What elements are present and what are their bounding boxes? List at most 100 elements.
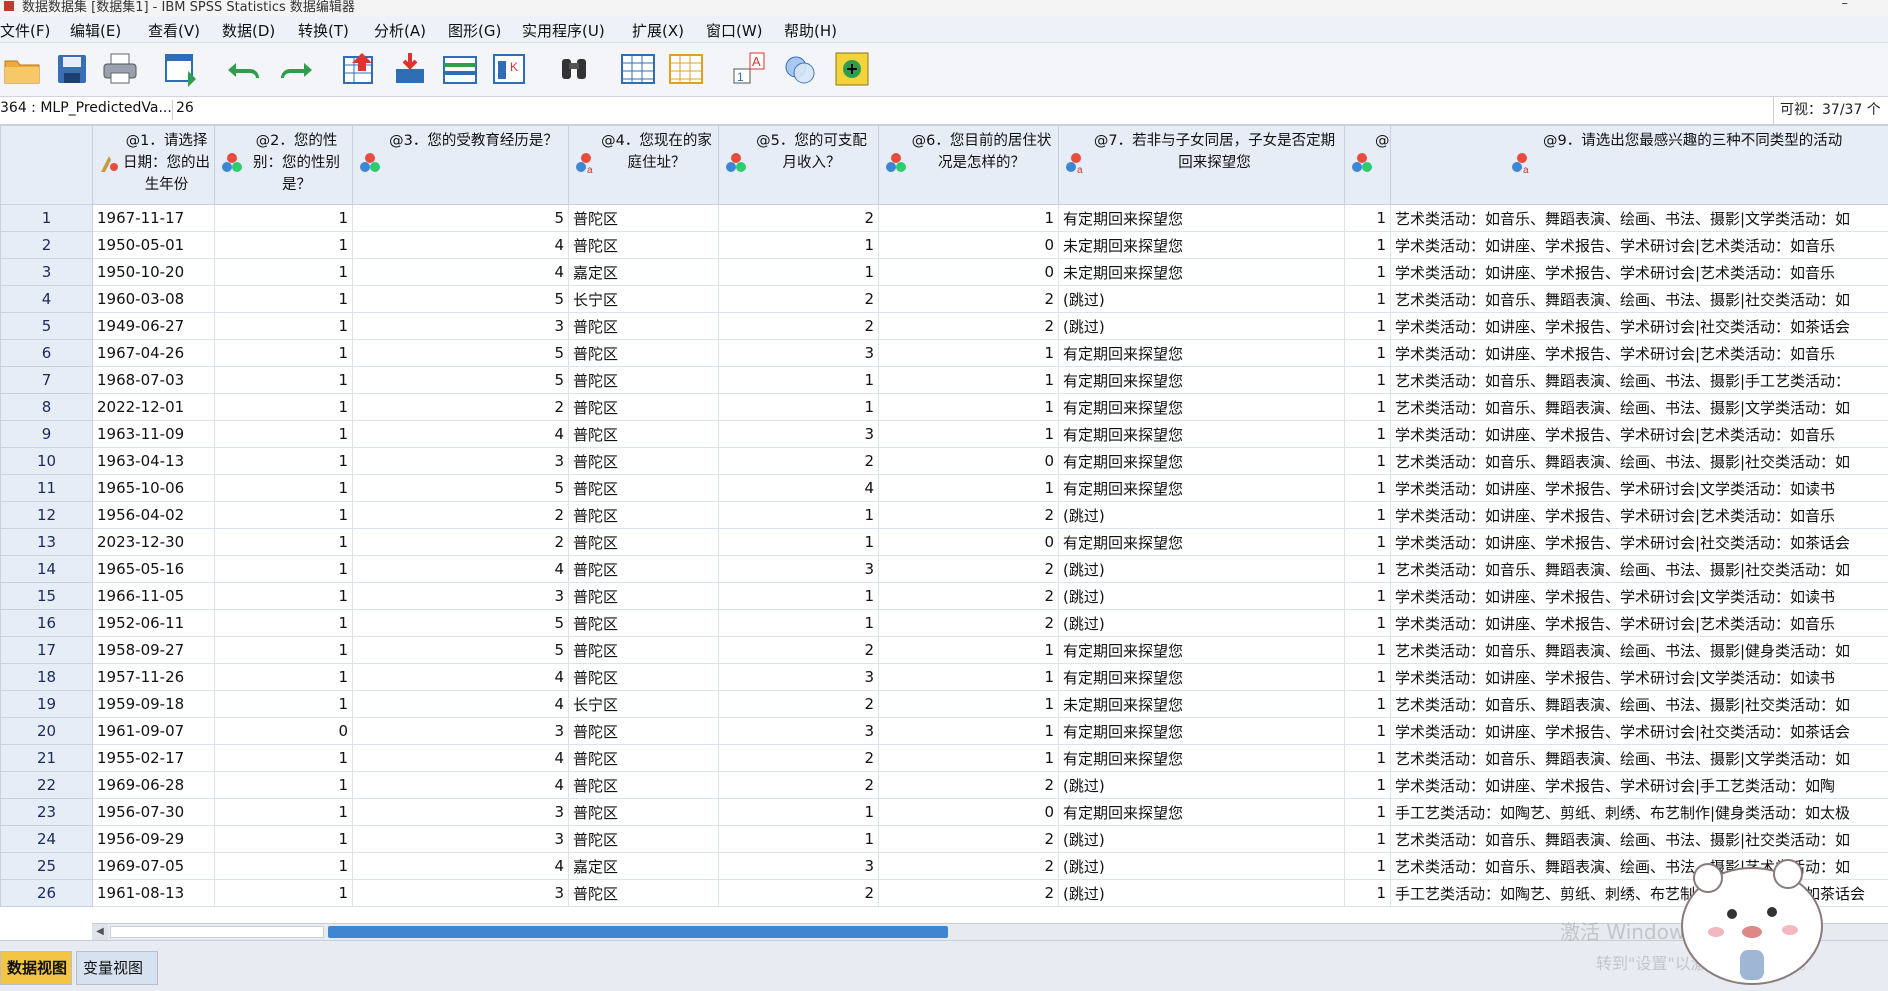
cell-activities[interactable]: 艺术类活动：如音乐、舞蹈表演、绘画、书法、摄影|文学类活动：如	[1391, 745, 1888, 772]
cell-living-status[interactable]: 1	[879, 475, 1059, 502]
cell-children-visit[interactable]: (跳过)	[1059, 880, 1345, 907]
cell-address[interactable]: 普陀区	[569, 718, 719, 745]
cell-gender[interactable]: 1	[215, 502, 353, 529]
cell-q8[interactable]: 1	[1345, 556, 1391, 583]
column-header-1[interactable]: @1．请选择日期：您的出生年份	[93, 126, 215, 205]
cell-education[interactable]: 2	[353, 502, 569, 529]
cell-living-status[interactable]: 1	[879, 691, 1059, 718]
row-number[interactable]: 19	[1, 691, 93, 718]
corner-cell[interactable]	[1, 126, 93, 205]
menu-edit[interactable]: 编辑(E)	[70, 20, 121, 41]
cell-income[interactable]: 2	[719, 205, 879, 232]
cell-gender[interactable]: 1	[215, 610, 353, 637]
row-number[interactable]: 26	[1, 880, 93, 907]
cell-address[interactable]: 普陀区	[569, 610, 719, 637]
row-number[interactable]: 1	[1, 205, 93, 232]
row-number[interactable]: 25	[1, 853, 93, 880]
cell-living-status[interactable]: 1	[879, 340, 1059, 367]
row-number[interactable]: 4	[1, 286, 93, 313]
cell-q8[interactable]: 1	[1345, 475, 1391, 502]
cell-income[interactable]: 1	[719, 367, 879, 394]
cell-income[interactable]: 4	[719, 475, 879, 502]
cell-address[interactable]: 普陀区	[569, 475, 719, 502]
cell-birth-date[interactable]: 1957-11-26	[93, 664, 215, 691]
cell-address[interactable]: 嘉定区	[569, 853, 719, 880]
cell-q8[interactable]: 1	[1345, 637, 1391, 664]
menu-utilities[interactable]: 实用程序(U)	[522, 20, 605, 41]
cell-q8[interactable]: 1	[1345, 394, 1391, 421]
find-icon[interactable]	[554, 49, 594, 89]
cell-living-status[interactable]: 0	[879, 529, 1059, 556]
cell-address[interactable]: 普陀区	[569, 205, 719, 232]
insert-cases-icon[interactable]	[618, 49, 658, 89]
cell-q8[interactable]: 1	[1345, 421, 1391, 448]
cell-income[interactable]: 2	[719, 286, 879, 313]
cell-address[interactable]: 普陀区	[569, 502, 719, 529]
cell-education[interactable]: 2	[353, 394, 569, 421]
cell-q8[interactable]: 1	[1345, 502, 1391, 529]
cell-activities[interactable]: 学术类活动：如讲座、学术报告、学术研讨会|社交类活动：如茶话会	[1391, 718, 1888, 745]
cell-gender[interactable]: 1	[215, 421, 353, 448]
cell-gender[interactable]: 1	[215, 259, 353, 286]
cell-children-visit[interactable]: 未定期回来探望您	[1059, 259, 1345, 286]
cell-address[interactable]: 普陀区	[569, 394, 719, 421]
cell-education[interactable]: 3	[353, 448, 569, 475]
cell-birth-date[interactable]: 1967-04-26	[93, 340, 215, 367]
cell-living-status[interactable]: 1	[879, 637, 1059, 664]
row-number[interactable]: 9	[1, 421, 93, 448]
undo-icon[interactable]	[224, 49, 264, 89]
cell-address[interactable]: 普陀区	[569, 448, 719, 475]
cell-living-status[interactable]: 0	[879, 259, 1059, 286]
cell-living-status[interactable]: 2	[879, 286, 1059, 313]
row-number[interactable]: 17	[1, 637, 93, 664]
cell-gender[interactable]: 1	[215, 367, 353, 394]
cell-children-visit[interactable]: (跳过)	[1059, 583, 1345, 610]
cell-gender[interactable]: 1	[215, 313, 353, 340]
cell-activities[interactable]: 艺术类活动：如音乐、舞蹈表演、绘画、书法、摄影|手工艺类活动：	[1391, 367, 1888, 394]
cell-activities[interactable]: 学术类活动：如讲座、学术报告、学术研讨会|艺术类活动：如音乐	[1391, 259, 1888, 286]
dialog-recall-icon[interactable]	[162, 49, 202, 89]
cell-birth-date[interactable]: 1956-09-29	[93, 826, 215, 853]
cell-q8[interactable]: 1	[1345, 718, 1391, 745]
cell-education[interactable]: 5	[353, 610, 569, 637]
cell-education[interactable]: 4	[353, 691, 569, 718]
cell-children-visit[interactable]: 有定期回来探望您	[1059, 529, 1345, 556]
cell-children-visit[interactable]: 有定期回来探望您	[1059, 637, 1345, 664]
cell-income[interactable]: 2	[719, 637, 879, 664]
row-number[interactable]: 5	[1, 313, 93, 340]
goto-variable-icon[interactable]	[390, 49, 430, 89]
cell-gender[interactable]: 1	[215, 880, 353, 907]
cell-income[interactable]: 2	[719, 691, 879, 718]
cell-education[interactable]: 3	[353, 880, 569, 907]
cell-q8[interactable]: 1	[1345, 772, 1391, 799]
column-header-5[interactable]: @5．您的可支配月收入？	[719, 126, 879, 205]
cell-address[interactable]: 长宁区	[569, 286, 719, 313]
cell-birth-date[interactable]: 1963-04-13	[93, 448, 215, 475]
cell-living-status[interactable]: 2	[879, 583, 1059, 610]
cell-activities[interactable]: 学术类活动：如讲座、学术报告、学术研讨会|艺术类活动：如音乐	[1391, 502, 1888, 529]
cell-living-status[interactable]: 1	[879, 394, 1059, 421]
cell-gender[interactable]: 1	[215, 448, 353, 475]
cell-gender[interactable]: 1	[215, 529, 353, 556]
value-labels-icon[interactable]: 1A	[730, 49, 770, 89]
cell-activities[interactable]: 学术类活动：如讲座、学术报告、学术研讨会|艺术类活动：如音乐	[1391, 340, 1888, 367]
cell-children-visit[interactable]: (跳过)	[1059, 772, 1345, 799]
column-header-9[interactable]: a@9．请选出您最感兴趣的三种不同类型的活动	[1391, 126, 1888, 205]
cell-children-visit[interactable]: 未定期回来探望您	[1059, 232, 1345, 259]
menu-data[interactable]: 数据(D)	[222, 20, 275, 41]
row-number[interactable]: 8	[1, 394, 93, 421]
cell-address[interactable]: 嘉定区	[569, 259, 719, 286]
use-sets-icon[interactable]	[780, 49, 820, 89]
cell-birth-date[interactable]: 1956-07-30	[93, 799, 215, 826]
cell-activities[interactable]: 学术类活动：如讲座、学术报告、学术研讨会|艺术类活动：如音乐	[1391, 421, 1888, 448]
goto-case-icon[interactable]	[340, 49, 380, 89]
row-number[interactable]: 2	[1, 232, 93, 259]
cell-activities[interactable]: 艺术类活动：如音乐、舞蹈表演、绘画、书法、摄影|文学类活动：如	[1391, 205, 1888, 232]
cell-children-visit[interactable]: 有定期回来探望您	[1059, 367, 1345, 394]
cell-income[interactable]: 3	[719, 421, 879, 448]
cell-education[interactable]: 5	[353, 367, 569, 394]
cell-gender[interactable]: 1	[215, 205, 353, 232]
cell-gender[interactable]: 1	[215, 691, 353, 718]
menu-graphs[interactable]: 图形(G)	[448, 20, 501, 41]
menu-extensions[interactable]: 扩展(X)	[632, 20, 684, 41]
